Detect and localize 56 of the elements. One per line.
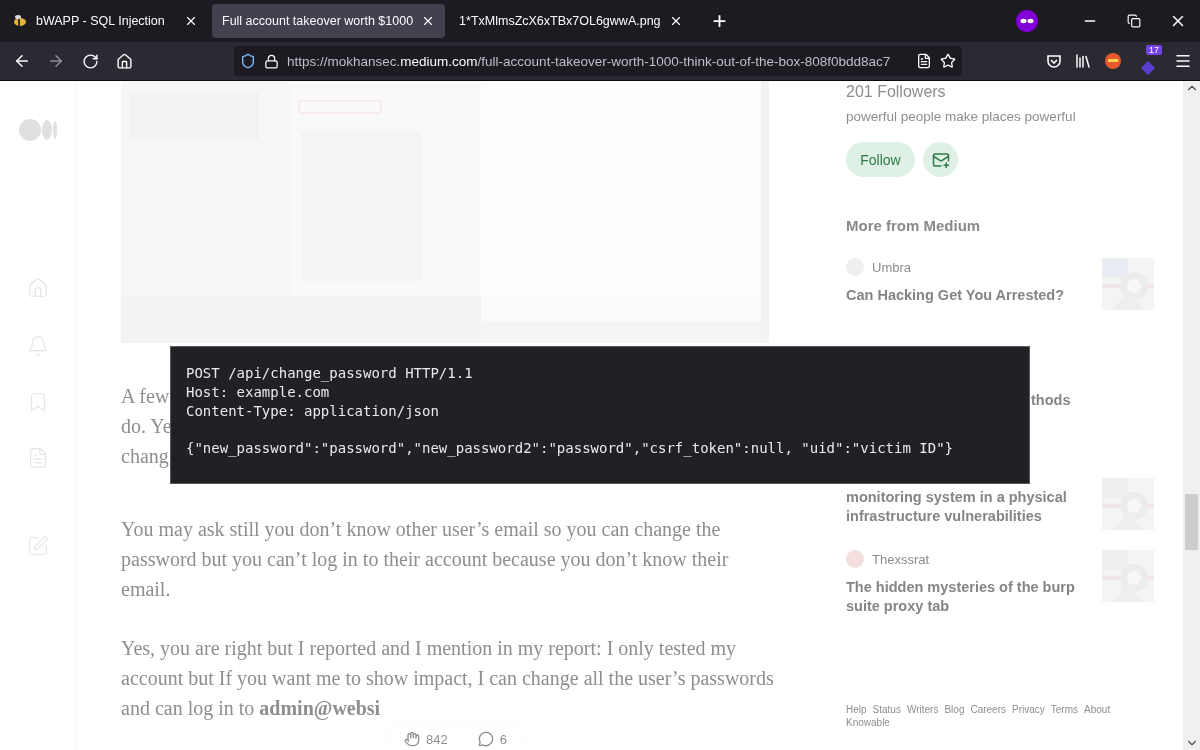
pocket-icon[interactable] <box>1046 53 1062 69</box>
diamond-icon <box>1139 59 1157 77</box>
back-icon[interactable] <box>13 52 31 70</box>
footer-link[interactable]: Careers <box>970 704 1006 715</box>
author-name[interactable]: Umbra <box>872 259 911 275</box>
author-avatar <box>846 550 864 568</box>
restore-icon[interactable] <box>1127 14 1141 28</box>
footer-link[interactable]: Blog <box>944 704 965 715</box>
footer-link[interactable]: Knowable <box>846 717 890 728</box>
browser-tab[interactable]: Full account takeover worth $1000 <box>212 4 446 38</box>
story-title: thods <box>1031 392 1071 408</box>
story-title[interactable]: The hidden mysteries of the burp suite proxy tab <box>846 578 1076 616</box>
followers-count: 201 Followers <box>846 83 947 101</box>
clap-count: 842 <box>426 731 448 747</box>
extension-icon[interactable] <box>1104 52 1122 70</box>
footer-link[interactable]: About <box>1084 704 1111 715</box>
address-field[interactable]: https://mokhansec.medium.com/full-account-takeover-worth-1000-think-out-of-the-box-808f0bdd8ac7 <box>234 46 962 76</box>
comment-icon[interactable] <box>477 731 494 747</box>
section-heading: More from Medium <box>846 217 982 234</box>
star-icon[interactable] <box>940 53 956 69</box>
article-paragraph: You may ask still you don’t know other user’s email so you can change the password but you can’t log in to their account because you don’t know their email. <box>121 517 730 602</box>
footer-link[interactable]: Writers <box>906 704 939 715</box>
subscribe-button[interactable] <box>923 142 958 177</box>
menu-icon[interactable] <box>1174 52 1192 70</box>
shield-icon[interactable] <box>240 53 256 69</box>
browser-tab[interactable]: 1*TxMlmsZcX6xTBx7OL6gwwA.png <box>449 4 693 38</box>
code-block: POST /api/change_password HTTP/1.1 Host: example.com Content-Type: application/json {"new_password":"password","new_password2":"password","csrf_token":null, "uid":"victim ID"} <box>170 346 1030 484</box>
response-count: 6 <box>499 731 507 747</box>
author-name[interactable]: Thexssrat <box>872 551 930 567</box>
reader-icon[interactable] <box>916 53 932 69</box>
clap-icon[interactable] <box>404 731 420 747</box>
author-bio: powerful people make places powerful <box>846 109 1077 124</box>
browser-tab[interactable]: bWAPP - SQL Injection <box>2 4 208 38</box>
medium-logo-icon <box>18 119 57 141</box>
scrollbar-thumb[interactable] <box>1185 494 1198 550</box>
extension-button[interactable]: 17 <box>1134 45 1162 77</box>
bee-icon <box>12 13 28 29</box>
footer-link[interactable]: Help <box>846 704 867 715</box>
reload-icon[interactable] <box>81 52 99 70</box>
mask-icon[interactable] <box>1016 10 1038 32</box>
close-icon[interactable] <box>184 14 198 28</box>
lock-icon[interactable] <box>264 53 279 69</box>
follow-button[interactable]: Follow <box>846 142 915 177</box>
story-title[interactable]: monitoring system in a physical infrastructure vulnerabilities <box>846 488 1076 526</box>
article-text: chang <box>121 444 169 470</box>
home-icon[interactable] <box>115 52 133 70</box>
footer-link[interactable]: Privacy <box>1012 704 1045 715</box>
story-title[interactable]: Can Hacking Get You Arrested? <box>846 286 1076 305</box>
mail-plus-icon <box>931 150 950 169</box>
article-text: do. Ye <box>121 414 172 439</box>
footer-link[interactable]: Status <box>872 704 901 715</box>
library-icon[interactable] <box>1074 52 1092 70</box>
article-paragraph: Yes, you are right but I reported and I mention in my report: I only tested my account but If you want me to show impact, I can change all the user’s passwords and can log in to admin@websi <box>121 636 775 722</box>
footer-link[interactable]: Terms <box>1050 704 1079 715</box>
article-text: A few <box>121 384 170 409</box>
new-tab-button[interactable]: + <box>706 9 733 33</box>
